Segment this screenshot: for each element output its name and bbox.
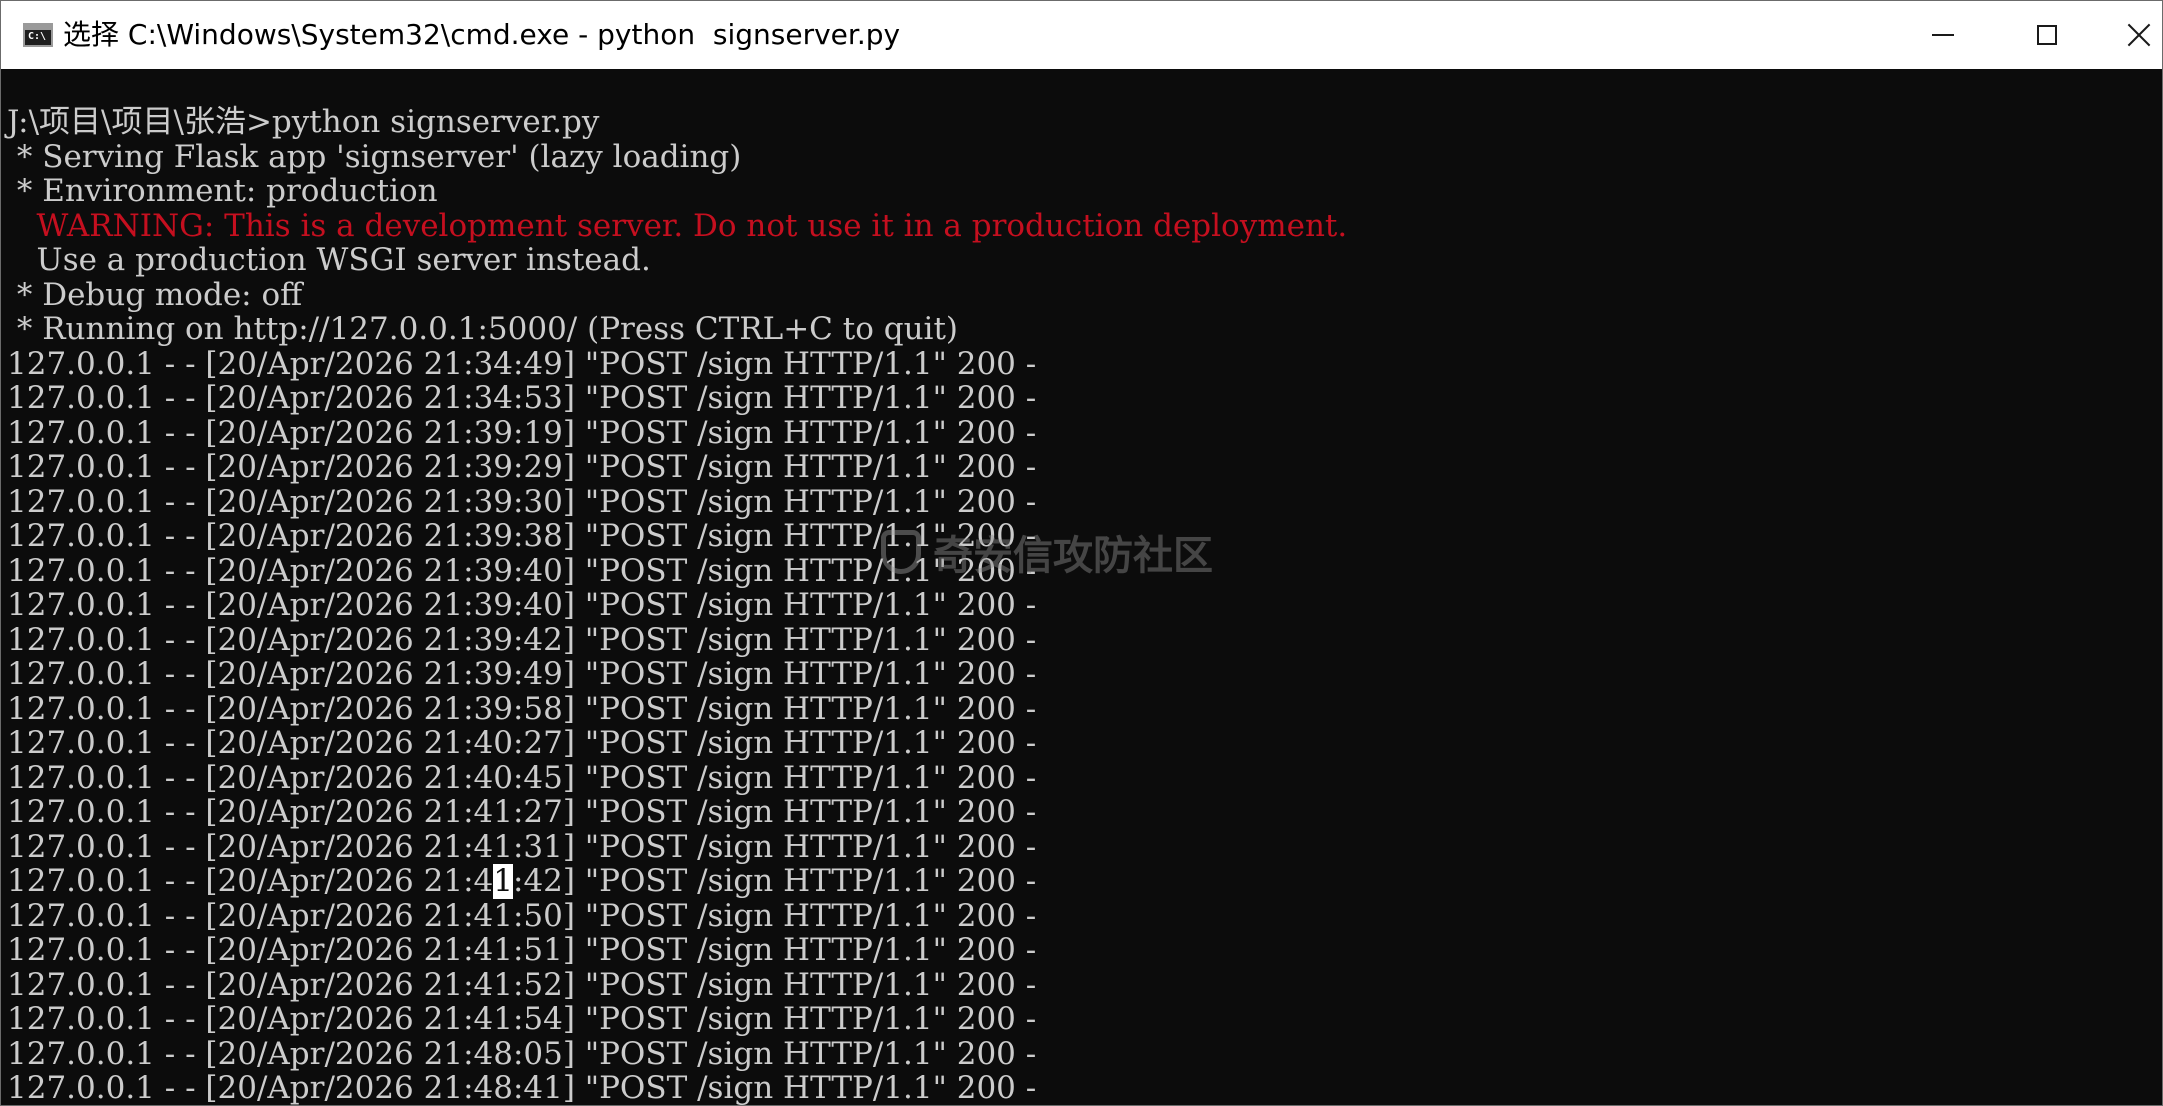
log-line: 127.0.0.1 - - [20/Apr/2026 21:39:38] "PO… <box>7 518 1037 554</box>
startup-line: * Debug mode: off <box>7 276 303 313</box>
log-line: 127.0.0.1 - - [20/Apr/2026 21:40:27] "PO… <box>7 725 1037 761</box>
selection-cursor: 1 <box>493 863 513 899</box>
title-bar[interactable]: C:\ 选择 C:\Windows\System32\cmd.exe - pyt… <box>1 1 2162 69</box>
log-line-selected: 127.0.0.1 - - [20/Apr/2026 21:41:42] "PO… <box>7 863 2162 899</box>
log-line: 127.0.0.1 - - [20/Apr/2026 21:39:40] "PO… <box>7 552 1037 589</box>
log-line: 127.0.0.1 - - [20/Apr/2026 21:39:29] "PO… <box>7 449 1037 485</box>
close-icon <box>2126 22 2152 48</box>
log-line: 127.0.0.1 - - [20/Apr/2026 21:39:30] "PO… <box>7 483 1037 520</box>
cmd-window: C:\ 选择 C:\Windows\System32\cmd.exe - pyt… <box>0 0 2163 1106</box>
log-line: 127.0.0.1 - - [20/Apr/2026 21:34:53] "PO… <box>7 380 1037 416</box>
prompt-line: J:\项目\项目\张浩>python signserver.py <box>7 104 600 140</box>
log-line: 127.0.0.1 - - [20/Apr/2026 21:40:45] "PO… <box>7 759 1037 796</box>
log-line: 127.0.0.1 - - [20/Apr/2026 21:39:49] "PO… <box>7 656 1037 692</box>
log-line: 127.0.0.1 - - [20/Apr/2026 21:39:19] "PO… <box>7 414 1037 451</box>
maximize-button[interactable] <box>1995 1 2099 69</box>
maximize-icon <box>2037 25 2057 45</box>
startup-line: * Serving Flask app 'signserver' (lazy l… <box>7 138 742 175</box>
log-line: 127.0.0.1 - - [20/Apr/2026 21:39:58] "PO… <box>7 690 1037 727</box>
log-line: 127.0.0.1 - - [20/Apr/2026 21:41:52] "PO… <box>7 966 1037 1003</box>
minimize-icon <box>1932 34 1954 36</box>
log-line: 127.0.0.1 - - [20/Apr/2026 21:39:42] "PO… <box>7 621 1037 658</box>
log-line: 127.0.0.1 - - [20/Apr/2026 21:34:49] "PO… <box>7 345 1037 382</box>
log-line-selected-before: 127.0.0.1 - - [20/Apr/2026 21:4 <box>7 863 494 899</box>
log-line: 127.0.0.1 - - [20/Apr/2026 21:41:54] "PO… <box>7 1001 1037 1037</box>
cmd-icon[interactable]: C:\ <box>23 23 53 47</box>
window-title: 选择 C:\Windows\System32\cmd.exe - python … <box>63 18 901 51</box>
startup-line: Use a production WSGI server instead. <box>7 242 651 278</box>
log-line: 127.0.0.1 - - [20/Apr/2026 21:41:31] "PO… <box>7 828 1037 865</box>
startup-line: * Running on http://127.0.0.1:5000/ (Pre… <box>7 311 959 347</box>
console-output[interactable]: J:\项目\项目\张浩>python signserver.py * Servi… <box>1 69 2162 1106</box>
log-line: 127.0.0.1 - - [20/Apr/2026 21:41:27] "PO… <box>7 794 1037 830</box>
startup-line: * Environment: production <box>7 173 438 209</box>
minimize-button[interactable] <box>1891 1 1995 69</box>
log-line: 127.0.0.1 - - [20/Apr/2026 21:48:05] "PO… <box>7 1035 1037 1072</box>
log-line: 127.0.0.1 - - [20/Apr/2026 21:41:51] "PO… <box>7 932 1037 968</box>
log-line: 127.0.0.1 - - [20/Apr/2026 21:39:40] "PO… <box>7 587 1037 623</box>
warning-line: WARNING: This is a development server. D… <box>7 207 1348 244</box>
log-line-selected-after: :42] "POST /sign HTTP/1.1" 200 - <box>513 863 1037 899</box>
log-line: 127.0.0.1 - - [20/Apr/2026 21:48:41] "PO… <box>7 1070 1037 1106</box>
close-button[interactable] <box>2099 1 2162 69</box>
log-line: 127.0.0.1 - - [20/Apr/2026 21:41:50] "PO… <box>7 897 1037 934</box>
